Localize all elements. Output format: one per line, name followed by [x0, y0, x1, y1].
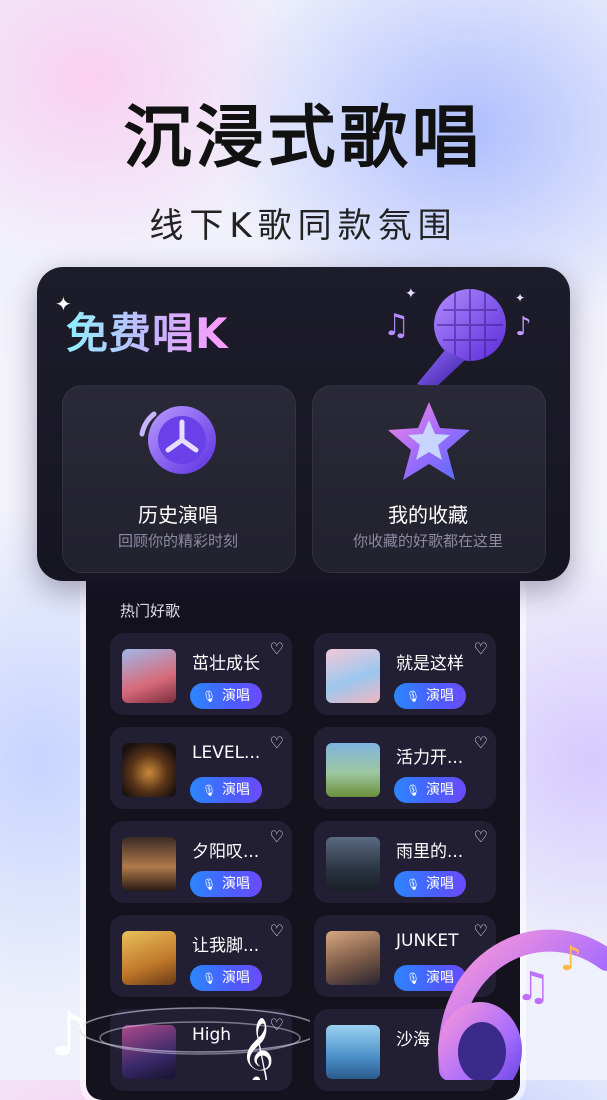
mic-icon: 🎙	[202, 878, 216, 891]
song-cover	[122, 743, 176, 797]
sing-button[interactable]: 🎙 演唱	[394, 871, 466, 897]
mic-icon: 🎙	[202, 690, 216, 703]
mic-icon: 🎙	[406, 878, 420, 891]
svg-text:✦: ✦	[515, 291, 525, 305]
svg-text:𝄞: 𝄞	[240, 1016, 274, 1080]
sing-button[interactable]: 🎙 演唱	[190, 683, 262, 709]
song-card[interactable]: 夕阳叹... ♡ 🎙 演唱	[110, 821, 292, 903]
svg-text:♫: ♫	[383, 308, 410, 343]
song-name: 雨里的...	[396, 842, 464, 862]
section-title: 热门好歌	[120, 602, 181, 620]
svg-text:♫: ♫	[515, 964, 551, 1010]
sing-button[interactable]: 🎙 演唱	[190, 871, 262, 897]
heart-icon[interactable]: ♡	[270, 921, 284, 940]
song-card[interactable]: 茁壮成长 ♡ 🎙 演唱	[110, 633, 292, 715]
song-cover	[326, 931, 380, 985]
song-card[interactable]: 雨里的... ♡ 🎙 演唱	[314, 821, 496, 903]
mic-icon: 🎙	[406, 690, 420, 703]
subheadline: 线下K歌同款氛围	[149, 206, 458, 246]
heart-icon[interactable]: ♡	[474, 639, 488, 658]
song-name: 就是这样	[396, 654, 464, 674]
history-subtitle: 回顾你的精彩时刻	[117, 532, 238, 550]
sing-button[interactable]: 🎙 演唱	[394, 683, 466, 709]
song-cover	[326, 1025, 380, 1079]
svg-text:✦: ✦	[405, 286, 417, 302]
sing-button[interactable]: 🎙 演唱	[394, 777, 466, 803]
headphones-icon: ♫ ♪	[438, 929, 607, 1080]
song-card[interactable]: 活力开... ♡ 🎙 演唱	[314, 727, 496, 809]
song-cover	[326, 743, 380, 797]
history-clock-icon	[139, 406, 216, 474]
song-name: 茁壮成长	[192, 654, 260, 674]
mic-icon: 🎙	[202, 784, 216, 797]
svg-text:♪: ♪	[50, 1000, 88, 1070]
heart-icon[interactable]: ♡	[270, 827, 284, 846]
song-cover	[326, 649, 380, 703]
song-cover	[326, 837, 380, 891]
music-notes-decoration: ♪ 𝄞	[50, 1000, 310, 1080]
sing-button[interactable]: 🎙 演唱	[190, 777, 262, 803]
headline: 沉浸式歌唱	[123, 99, 484, 178]
heart-icon[interactable]: ♡	[474, 827, 488, 846]
heart-icon[interactable]: ♡	[270, 733, 284, 752]
song-card[interactable]: LEVEL... ♡ 🎙 演唱	[110, 727, 292, 809]
history-title: 历史演唱	[138, 503, 218, 527]
star-icon	[388, 402, 470, 480]
svg-text:♪: ♪	[515, 312, 532, 342]
song-name: 活力开...	[396, 748, 464, 768]
song-name: 让我脚...	[192, 936, 260, 956]
mic-icon: 🎙	[406, 784, 420, 797]
song-cover	[122, 837, 176, 891]
song-name: 夕阳叹...	[192, 842, 260, 862]
favorites-subtitle: 你收藏的好歌都在这里	[352, 532, 503, 550]
song-name: LEVEL...	[192, 743, 261, 763]
free-k-title: 免费唱K	[66, 300, 229, 361]
favorites-title: 我的收藏	[388, 503, 468, 527]
heart-icon[interactable]: ♡	[474, 733, 488, 752]
song-cover	[122, 649, 176, 703]
song-card[interactable]: 就是这样 ♡ 🎙 演唱	[314, 633, 496, 715]
mic-icon: 🎙	[406, 972, 420, 985]
microphone-icon: ♫ ♪ ✦ ✦	[383, 286, 532, 390]
svg-text:♪: ♪	[560, 939, 582, 979]
heart-icon[interactable]: ♡	[270, 639, 284, 658]
